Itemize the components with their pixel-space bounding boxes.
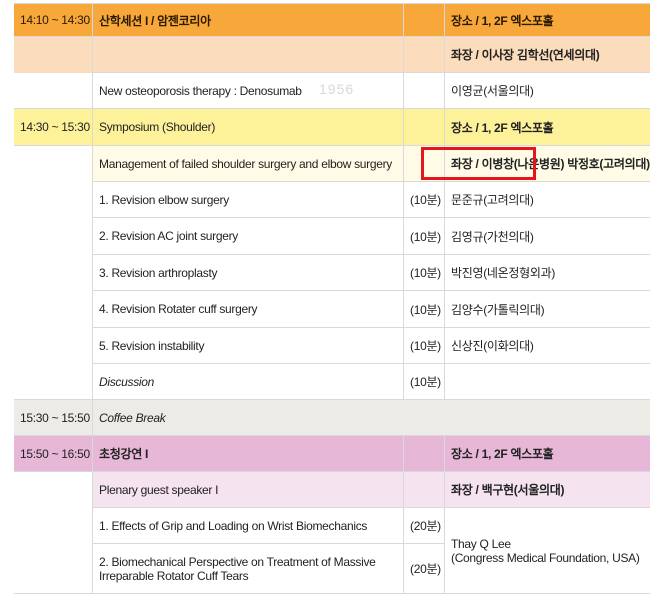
session-chair-row: Plenary guest speaker I 좌장 / 백구현(서울의대) (14, 471, 650, 508)
guest-speaker: Thay Q Lee (Congress Medical Foundation,… (444, 507, 650, 594)
session-chair: 좌장 / 백구현(서울의대) (444, 471, 650, 508)
schedule-page: 1956 14:10 ~ 14:30 산학세션 I / 암젠코리아 장소 / 1… (14, 3, 650, 594)
talk-speaker: 김영규(가천의대) (444, 217, 650, 255)
session-venue: 장소 / 1, 2F 엑스포홀 (444, 435, 650, 472)
talk-title: New osteoporosis therapy : Denosumab (92, 72, 404, 109)
talk-title: 3. Revision arthroplasty (92, 254, 404, 291)
talk-row: New osteoporosis therapy : Denosumab 이영균… (14, 72, 650, 109)
talk-speaker: 이영균(서울의대) (444, 72, 650, 109)
talk-duration: (10분) (403, 327, 445, 364)
talk-row: 1. Effects of Grip and Loading on Wrist … (14, 507, 650, 594)
talk-speaker: 문준규(고려의대) (444, 181, 650, 218)
talk-title: 1. Revision elbow surgery (92, 181, 404, 218)
session-venue: 장소 / 1, 2F 엑스포홀 (444, 108, 650, 146)
talk-duration: (10분) (403, 290, 445, 328)
talk-row: 4. Revision Rotater cuff surgery (10분) 김… (14, 290, 650, 328)
session-subtitle: Management of failed shoulder surgery an… (92, 145, 404, 182)
talk-duration: (20분) (403, 543, 445, 594)
discussion-row: Discussion (10분) (14, 363, 650, 400)
talk-title: 2. Revision AC joint surgery (92, 217, 404, 255)
talk-title: 2. Biomechanical Perspective on Treatmen… (92, 543, 404, 594)
talk-row: 5. Revision instability (10분) 신상진(이화의대) (14, 327, 650, 364)
session-time: 15:50 ~ 16:50 (14, 435, 93, 472)
session-chair: 좌장 / 이사장 김학선(연세의대) (444, 36, 650, 73)
discussion-duration: (10분) (403, 363, 445, 400)
schedule-table: 14:10 ~ 14:30 산학세션 I / 암젠코리아 장소 / 1, 2F … (14, 3, 650, 594)
talk-speaker: 신상진(이화의대) (444, 327, 650, 364)
talk-title: 1. Effects of Grip and Loading on Wrist … (92, 507, 404, 544)
talk-row: 1. Revision elbow surgery (10분) 문준규(고려의대… (14, 181, 650, 218)
talk-duration: (10분) (403, 181, 445, 218)
session-title: 초청강연 I (92, 435, 404, 472)
guest-speaker-name: Thay Q Lee (451, 536, 511, 551)
session-time: 14:10 ~ 14:30 (14, 3, 93, 37)
talk-row: 3. Revision arthroplasty (10분) 박진영(네온정형외… (14, 254, 650, 291)
session-header-row: 14:10 ~ 14:30 산학세션 I / 암젠코리아 장소 / 1, 2F … (14, 3, 650, 37)
session-chair-row: Management of failed shoulder surgery an… (14, 145, 650, 182)
talk-speaker: 박진영(네온정형외과) (444, 254, 650, 291)
coffee-break-row: 15:30 ~ 15:50 Coffee Break (14, 399, 650, 436)
talk-duration: (10분) (403, 217, 445, 255)
talk-row: 2. Revision AC joint surgery (10분) 김영규(가… (14, 217, 650, 255)
session-subtitle: Plenary guest speaker I (92, 471, 404, 508)
talk-duration: (20분) (403, 507, 445, 544)
session-title: 산학세션 I / 암젠코리아 (92, 3, 404, 37)
session-header-row: 15:50 ~ 16:50 초청강연 I 장소 / 1, 2F 엑스포홀 (14, 435, 650, 472)
talk-speaker: 김양수(가톨릭의대) (444, 290, 650, 328)
coffee-time: 15:30 ~ 15:50 (14, 399, 93, 436)
session-venue: 장소 / 1, 2F 엑스포홀 (444, 3, 650, 37)
session-header-row: 14:30 ~ 15:30 Symposium (Shoulder) 장소 / … (14, 108, 650, 146)
session-title: Symposium (Shoulder) (92, 108, 404, 146)
chair-b: 박정호(고려의대) (567, 157, 650, 171)
talk-title: 5. Revision instability (92, 327, 404, 364)
session-time: 14:30 ~ 15:30 (14, 108, 93, 146)
coffee-title: Coffee Break (92, 399, 650, 436)
talk-title: 4. Revision Rotater cuff surgery (92, 290, 404, 328)
session-chairs: 좌장 / 이병창(나은병원) 박정호(고려의대) (444, 145, 650, 182)
chair-a: 좌장 / 이병창(나은병원) (451, 157, 565, 171)
session-chair-row: 좌장 / 이사장 김학선(연세의대) (14, 36, 650, 73)
discussion-title: Discussion (92, 363, 404, 400)
guest-speaker-affiliation: (Congress Medical Foundation, USA) (451, 550, 640, 565)
talk-duration: (10분) (403, 254, 445, 291)
